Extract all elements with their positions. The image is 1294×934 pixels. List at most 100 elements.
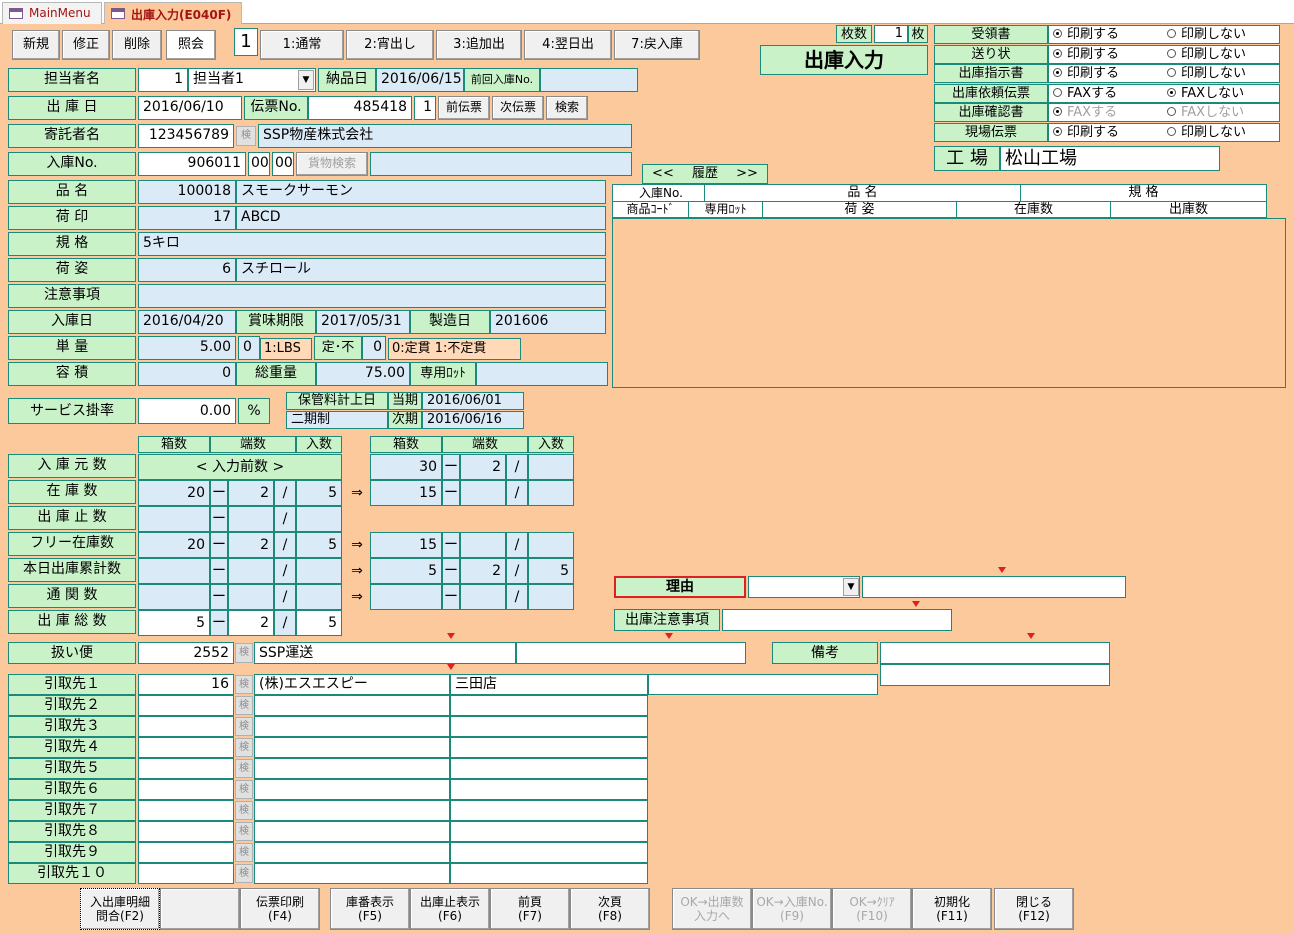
location-button[interactable]: 庫番表示 (F5) <box>330 888 410 930</box>
radio-yes[interactable]: 印刷する <box>1053 26 1119 43</box>
print-slip-button[interactable]: 伝票印刷 (F4) <box>240 888 320 930</box>
pickup-search-button[interactable]: 検 <box>235 822 253 841</box>
type-return-button[interactable]: 7:戻入庫 <box>614 30 700 60</box>
delete-button[interactable]: 削除 <box>112 30 162 60</box>
cargo-search-button[interactable]: 貨物検索 <box>296 152 368 176</box>
pickup-search-button[interactable]: 検 <box>235 864 253 883</box>
pickup-search-button[interactable]: 検 <box>235 675 253 694</box>
qty-frac-input[interactable]: 2 <box>228 480 274 506</box>
shipping-note-input[interactable] <box>722 609 952 631</box>
type-evening-button[interactable]: 2:宵出し <box>346 30 434 60</box>
ok-qty-button[interactable]: OK→出庫数 入力へ <box>672 888 752 930</box>
sheets-input[interactable]: 1 <box>874 25 908 43</box>
view-button[interactable]: 照会 <box>166 30 216 60</box>
prev-page-button[interactable]: 前頁 (F7) <box>490 888 570 930</box>
slip-sub-input[interactable]: 1 <box>414 96 436 120</box>
receipt-no-input[interactable]: 906011 <box>138 152 246 176</box>
search-button[interactable]: 検索 <box>546 96 588 120</box>
type-nextday-button[interactable]: 4:翌日出 <box>524 30 612 60</box>
receipt-branch-a[interactable]: 00 <box>248 152 270 176</box>
new-button[interactable]: 新規 <box>12 30 60 60</box>
pickup-code-input[interactable] <box>138 695 234 716</box>
ok-clear-button[interactable]: OK→ｸﾘｱ (F10) <box>832 888 912 930</box>
radio-no[interactable]: 印刷しない <box>1167 124 1246 141</box>
qty-box-input[interactable] <box>138 506 210 532</box>
print-option-label[interactable]: 受領書 <box>934 25 1048 44</box>
pickup-search-button[interactable]: 検 <box>235 801 253 820</box>
radio-yes[interactable]: 印刷する <box>1053 65 1119 82</box>
qty-box-input[interactable]: 5 <box>138 610 210 636</box>
pickup-code-input[interactable] <box>138 821 234 842</box>
print-option-label[interactable]: 出庫指示書 <box>934 64 1048 83</box>
radio-yes[interactable]: FAXする <box>1053 85 1117 102</box>
initialize-button[interactable]: 初期化 (F11) <box>912 888 992 930</box>
close-button[interactable]: 閉じる (F12) <box>994 888 1074 930</box>
fkey-f3-button[interactable] <box>160 888 240 930</box>
qty-in-input[interactable]: 5 <box>296 480 342 506</box>
pickup-code-input[interactable] <box>138 758 234 779</box>
radio-yes[interactable]: 印刷する <box>1053 124 1119 141</box>
qty-in-input[interactable] <box>296 506 342 532</box>
qty-frac-input[interactable]: 2 <box>228 610 274 636</box>
type-additional-button[interactable]: 3:追加出 <box>436 30 522 60</box>
remarks-input-2[interactable] <box>880 664 1110 686</box>
qty-in-input[interactable]: 5 <box>296 532 342 558</box>
chevron-down-icon[interactable]: ▼ <box>843 578 859 596</box>
qty-box-input[interactable]: 20 <box>138 532 210 558</box>
pickup-code-input[interactable]: 16 <box>138 674 234 695</box>
staff-select[interactable]: 担当者1 <box>188 68 316 92</box>
consignor-code-input[interactable]: 123456789 <box>138 124 234 148</box>
type-normal-button[interactable]: 1:通常 <box>260 30 344 60</box>
slip-no-input[interactable]: 485418 <box>308 96 412 120</box>
print-option-label[interactable]: 現場伝票 <box>934 122 1048 142</box>
pickup-extra-input[interactable] <box>648 674 878 695</box>
next-page-button[interactable]: 次頁 (F8) <box>570 888 650 930</box>
chevron-down-icon[interactable]: ▼ <box>298 70 314 90</box>
history-list[interactable] <box>612 218 1286 388</box>
radio-no[interactable]: 印刷しない <box>1167 65 1246 82</box>
prev-slip-button[interactable]: 前伝票 <box>438 96 490 120</box>
pickup-code-input[interactable] <box>138 716 234 737</box>
carrier-code-input[interactable]: 2552 <box>138 642 234 664</box>
tab-shipment-entry[interactable]: 出庫入力(E040F) <box>104 2 242 24</box>
pickup-search-button[interactable]: 検 <box>235 843 253 862</box>
pickup-search-button[interactable]: 検 <box>235 759 253 778</box>
receipt-branch-b[interactable]: 00 <box>272 152 294 176</box>
carrier-search-button[interactable]: 検 <box>235 643 253 663</box>
qty-in-input[interactable]: 5 <box>296 610 342 636</box>
radio-no[interactable]: 印刷しない <box>1167 26 1246 43</box>
print-option-label[interactable]: 出庫確認書 <box>934 103 1048 122</box>
radio-yes[interactable]: 印刷する <box>1053 46 1119 63</box>
pickup-code-input[interactable] <box>138 800 234 821</box>
tab-mainmenu[interactable]: MainMenu <box>2 2 102 24</box>
qty-frac-input[interactable]: 2 <box>228 532 274 558</box>
pickup-search-button[interactable]: 検 <box>235 780 253 799</box>
pickup-search-button[interactable]: 検 <box>235 717 253 736</box>
edit-button[interactable]: 修正 <box>62 30 110 60</box>
qty-box-input[interactable] <box>138 584 210 610</box>
history-next-button[interactable]: >> <box>736 166 758 181</box>
pickup-search-button[interactable]: 検 <box>235 696 253 715</box>
print-option-label[interactable]: 送り状 <box>934 44 1048 64</box>
qty-in-input[interactable] <box>296 558 342 584</box>
pickup-search-button[interactable]: 検 <box>235 738 253 757</box>
next-slip-button[interactable]: 次伝票 <box>492 96 544 120</box>
staff-no-input[interactable]: 1 <box>138 68 188 92</box>
qty-in-input[interactable] <box>296 584 342 610</box>
qty-frac-input[interactable] <box>228 506 274 532</box>
qty-frac-input[interactable] <box>228 558 274 584</box>
ok-receipt-button[interactable]: OK→入庫No. (F9) <box>752 888 832 930</box>
pickup-code-input[interactable] <box>138 863 234 884</box>
qty-box-input[interactable]: 20 <box>138 480 210 506</box>
pickup-code-input[interactable] <box>138 842 234 863</box>
carrier-extra-input[interactable] <box>516 642 746 664</box>
radio-no[interactable]: FAXしない <box>1167 104 1244 121</box>
print-option-label[interactable]: 出庫依頼伝票 <box>934 83 1048 103</box>
radio-no[interactable]: 印刷しない <box>1167 46 1246 63</box>
qty-box-input[interactable] <box>138 558 210 584</box>
pickup-code-input[interactable] <box>138 737 234 758</box>
factory-field[interactable]: 松山工場 <box>1000 146 1220 171</box>
stop-display-button[interactable]: 出庫止表示 (F6) <box>410 888 490 930</box>
history-prev-button[interactable]: << <box>652 166 674 181</box>
consignor-search-button[interactable]: 検 <box>236 126 256 146</box>
